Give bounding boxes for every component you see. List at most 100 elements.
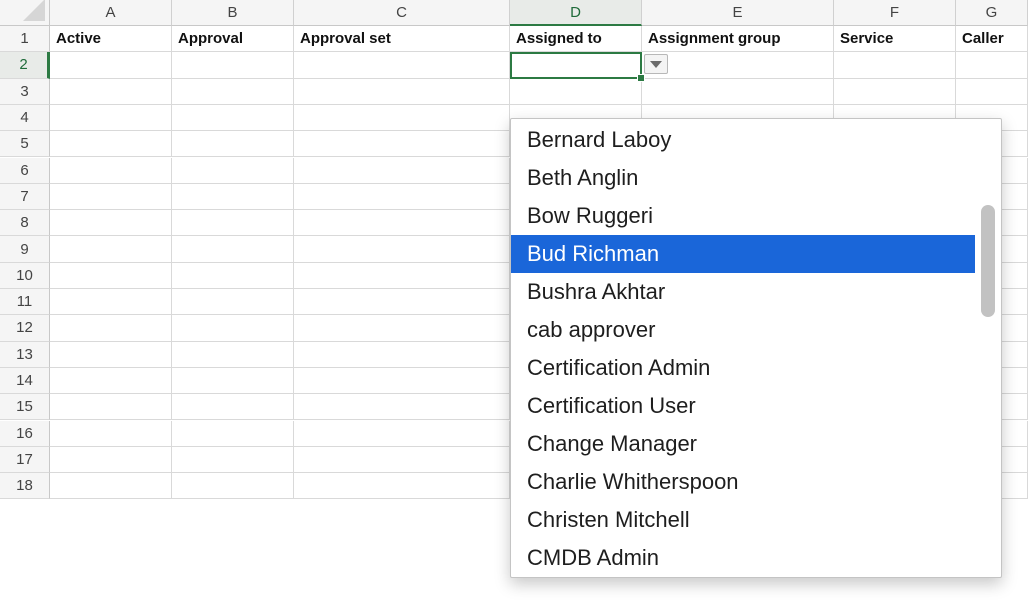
cell-d1[interactable]: Assigned to [510, 26, 642, 53]
column-header-e[interactable]: E [642, 0, 834, 26]
column-header-g[interactable]: G [956, 0, 1028, 26]
cell-a13[interactable] [50, 341, 172, 368]
dropdown-option[interactable]: Bushra Akhtar [511, 273, 975, 311]
cell-c8[interactable] [294, 210, 510, 237]
cell-b6[interactable] [172, 157, 294, 184]
cell-f2[interactable] [834, 52, 956, 79]
cell-a16[interactable] [50, 420, 172, 447]
cell-b11[interactable] [172, 289, 294, 316]
row-header-17[interactable]: 17 [0, 446, 50, 474]
cell-c14[interactable] [294, 367, 510, 395]
cell-f3[interactable] [834, 78, 956, 105]
row-header-5[interactable]: 5 [0, 131, 50, 158]
row-header-7[interactable]: 7 [0, 183, 50, 211]
cell-b15[interactable] [172, 394, 294, 421]
cell-c3[interactable] [294, 78, 510, 105]
cell-c18[interactable] [294, 473, 510, 500]
cell-a4[interactable] [50, 104, 172, 132]
dropdown-scrollbar[interactable] [981, 205, 995, 317]
cell-a3[interactable] [50, 78, 172, 105]
cell-b16[interactable] [172, 420, 294, 447]
cell-c7[interactable] [294, 183, 510, 211]
cell-a14[interactable] [50, 367, 172, 395]
cell-c10[interactable] [294, 262, 510, 289]
column-header-b[interactable]: B [172, 0, 294, 26]
row-header-10[interactable]: 10 [0, 262, 50, 289]
cell-c2[interactable] [294, 52, 510, 79]
cell-b8[interactable] [172, 210, 294, 237]
cell-a8[interactable] [50, 210, 172, 237]
cell-b12[interactable] [172, 315, 294, 342]
row-header-4[interactable]: 4 [0, 104, 50, 132]
row-header-18[interactable]: 18 [0, 473, 50, 500]
cell-b10[interactable] [172, 262, 294, 289]
cell-b7[interactable] [172, 183, 294, 211]
assigned-to-dropdown[interactable]: Bernard Laboy Beth Anglin Bow Ruggeri Bud R… [510, 118, 1002, 578]
cell-c13[interactable] [294, 341, 510, 368]
cell-d3[interactable] [510, 78, 642, 105]
cell-c5[interactable] [294, 131, 510, 158]
row-header-15[interactable]: 15 [0, 394, 50, 421]
dropdown-option[interactable]: Beth Anglin [511, 159, 975, 197]
cell-b17[interactable] [172, 446, 294, 474]
cell-c1[interactable]: Approval set [294, 26, 510, 53]
cell-g1[interactable]: Caller [956, 26, 1028, 53]
cell-e3[interactable] [642, 78, 834, 105]
cell-c12[interactable] [294, 315, 510, 342]
dropdown-option[interactable]: Bernard Laboy [511, 121, 975, 159]
column-header-c[interactable]: C [294, 0, 510, 26]
select-all-corner[interactable] [0, 0, 50, 26]
row-header-14[interactable]: 14 [0, 367, 50, 395]
cell-a1[interactable]: Active [50, 26, 172, 53]
cell-c11[interactable] [294, 289, 510, 316]
cell-c9[interactable] [294, 236, 510, 263]
dropdown-option[interactable]: Certification Admin [511, 349, 975, 387]
column-header-a[interactable]: A [50, 0, 172, 26]
cell-e2[interactable] [642, 52, 834, 79]
cell-f1[interactable]: Service [834, 26, 956, 53]
row-header-2[interactable]: 2 [0, 52, 50, 79]
cell-c15[interactable] [294, 394, 510, 421]
cell-g2[interactable] [956, 52, 1028, 79]
cell-b9[interactable] [172, 236, 294, 263]
cell-a18[interactable] [50, 473, 172, 500]
cell-c16[interactable] [294, 420, 510, 447]
dropdown-toggle-button[interactable] [644, 54, 668, 75]
dropdown-option[interactable]: CMDB Admin [511, 539, 975, 577]
dropdown-option[interactable]: Bow Ruggeri [511, 197, 975, 235]
cell-g3[interactable] [956, 78, 1028, 105]
row-header-13[interactable]: 13 [0, 341, 50, 368]
cell-a7[interactable] [50, 183, 172, 211]
cell-b13[interactable] [172, 341, 294, 368]
dropdown-option[interactable]: cab approver [511, 311, 975, 349]
dropdown-option[interactable]: Charlie Whitherspoon [511, 463, 975, 501]
fill-handle[interactable] [637, 73, 645, 82]
active-cell-d2[interactable] [510, 52, 642, 79]
cell-c6[interactable] [294, 157, 510, 184]
dropdown-option[interactable]: Bud Richman [511, 235, 975, 273]
cell-a9[interactable] [50, 236, 172, 263]
cell-a5[interactable] [50, 131, 172, 158]
row-header-3[interactable]: 3 [0, 78, 50, 105]
row-header-11[interactable]: 11 [0, 289, 50, 316]
cell-a15[interactable] [50, 394, 172, 421]
row-header-12[interactable]: 12 [0, 315, 50, 342]
row-header-8[interactable]: 8 [0, 210, 50, 237]
cell-e1[interactable]: Assignment group [642, 26, 834, 53]
column-header-d[interactable]: D [510, 0, 642, 26]
cell-b2[interactable] [172, 52, 294, 79]
dropdown-option[interactable]: Christen Mitchell [511, 501, 975, 539]
cell-b3[interactable] [172, 78, 294, 105]
cell-b14[interactable] [172, 367, 294, 395]
cell-b5[interactable] [172, 131, 294, 158]
column-header-f[interactable]: F [834, 0, 956, 26]
cell-a11[interactable] [50, 289, 172, 316]
row-header-6[interactable]: 6 [0, 157, 50, 184]
cell-a2[interactable] [50, 52, 172, 79]
cell-a6[interactable] [50, 157, 172, 184]
row-header-9[interactable]: 9 [0, 236, 50, 263]
cell-a17[interactable] [50, 446, 172, 474]
row-header-1[interactable]: 1 [0, 26, 50, 53]
cell-b18[interactable] [172, 473, 294, 500]
row-header-16[interactable]: 16 [0, 420, 50, 447]
